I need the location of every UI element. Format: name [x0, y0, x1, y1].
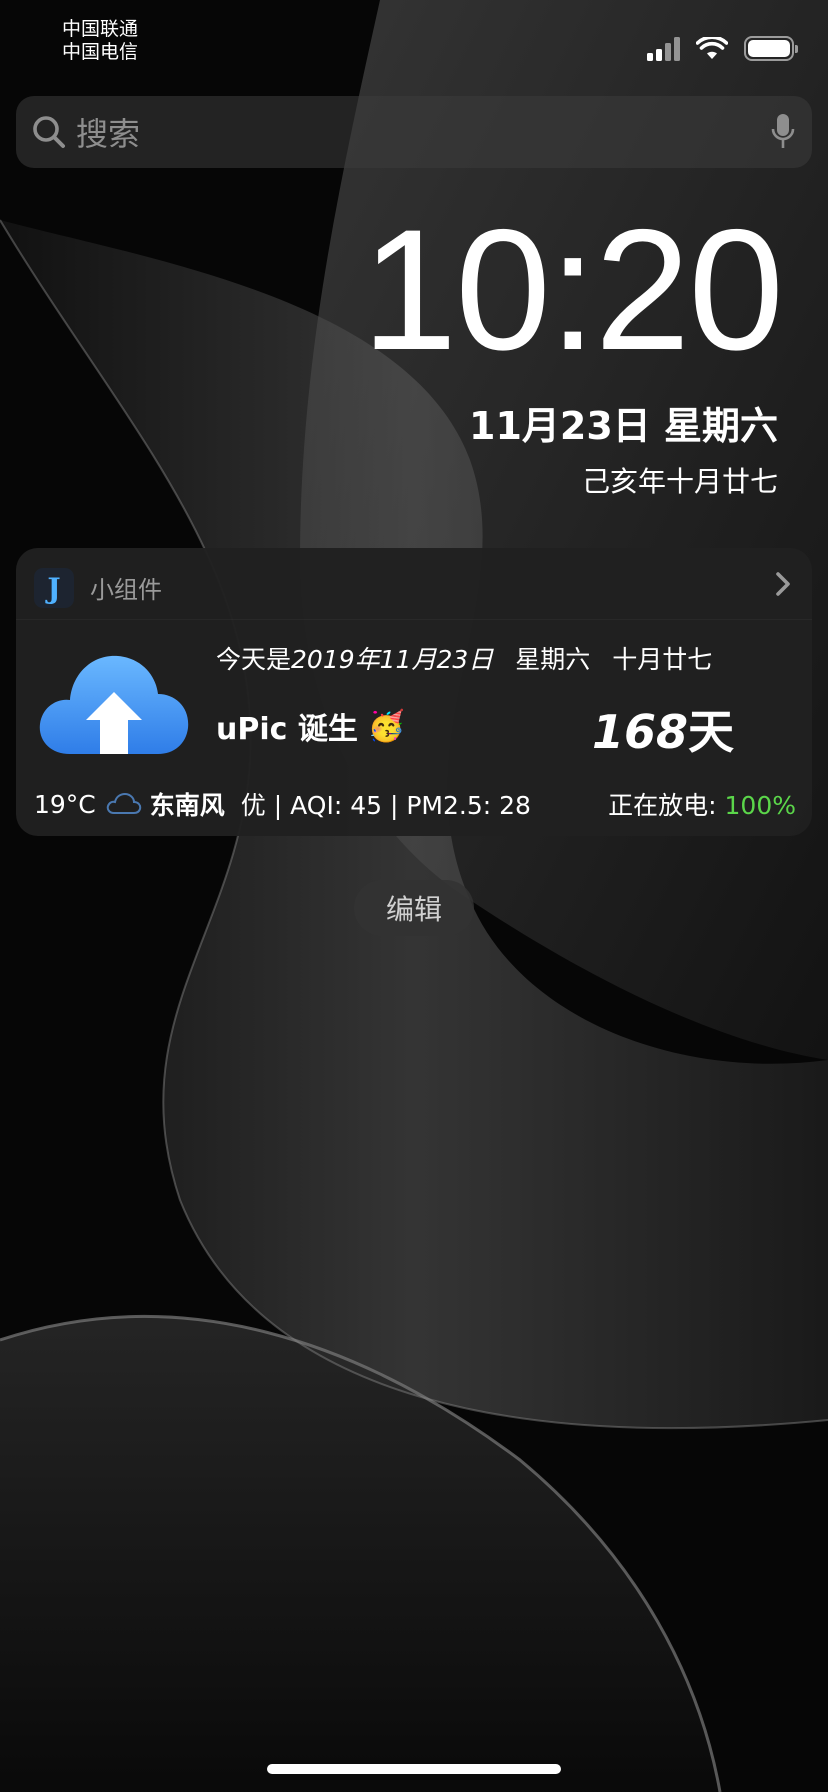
carrier-2: 中国电信: [62, 41, 139, 63]
home-indicator[interactable]: [267, 1764, 561, 1774]
carrier-1: 中国联通: [62, 18, 139, 40]
edit-button-label: 编辑: [385, 893, 442, 926]
upic-cloud-icon: [39, 655, 189, 754]
search-icon: [33, 116, 65, 148]
weather-row: 19°C 东南风 优 | AQI: 45 | PM2.5: 28 正在放电: 1…: [34, 786, 796, 822]
event-line: uPic 诞生 🥳: [216, 704, 405, 748]
search-input[interactable]: 搜索: [76, 109, 770, 155]
search-bar[interactable]: 搜索: [16, 96, 812, 168]
app-icon-letter: J: [47, 571, 61, 605]
battery-value: 100%: [724, 791, 796, 820]
lunar-date: 己亥年十月廿七: [581, 465, 778, 498]
event-title: uPic 诞生: [216, 712, 358, 747]
wind: 东南风: [149, 791, 225, 820]
today-date: 2019年11月23日: [291, 645, 494, 674]
battery-status: 正在放电: 100%: [608, 786, 796, 822]
clock-time: 10:20: [361, 194, 784, 386]
cellular-signal-icon: [647, 36, 680, 61]
battery-label: 正在放电:: [608, 791, 725, 820]
edit-button[interactable]: 编辑: [354, 880, 474, 936]
status-icons: [647, 36, 798, 61]
air-quality: 优 | AQI: 45 | PM2.5: 28: [240, 791, 531, 820]
days-count: 168天: [592, 696, 734, 762]
widget-card[interactable]: J 小组件 今天是2019年11月23日星期六十月廿七 uPic 诞生 🥳: [16, 548, 812, 836]
temperature: 19°C: [34, 789, 96, 819]
carrier-labels: 中国联通 中国电信: [62, 18, 138, 64]
widget-lunar: 十月廿七: [612, 645, 713, 674]
days-number: 168: [591, 705, 688, 759]
wifi-icon: [696, 36, 728, 59]
widget-header[interactable]: J 小组件: [16, 548, 812, 620]
weekday: 星期六: [515, 645, 591, 674]
days-unit: 天: [688, 705, 734, 759]
chevron-right-icon[interactable]: [774, 570, 792, 598]
widget-title: 小组件: [90, 576, 162, 604]
today-line: 今天是2019年11月23日 星期六 十月廿七: [216, 640, 712, 676]
app-icon: J: [34, 568, 74, 608]
microphone-icon[interactable]: [770, 112, 796, 152]
battery-icon: [744, 36, 798, 61]
lock-screen: 中国联通 中国电信 搜索 10:20 11月23日 星期六 己亥年十月廿七 J …: [0, 0, 828, 1792]
clock-date: 11月23日 星期六: [469, 404, 778, 448]
today-prefix: 今天是: [216, 645, 292, 674]
party-emoji: 🥳: [367, 708, 406, 744]
cloudy-icon: [106, 792, 141, 814]
